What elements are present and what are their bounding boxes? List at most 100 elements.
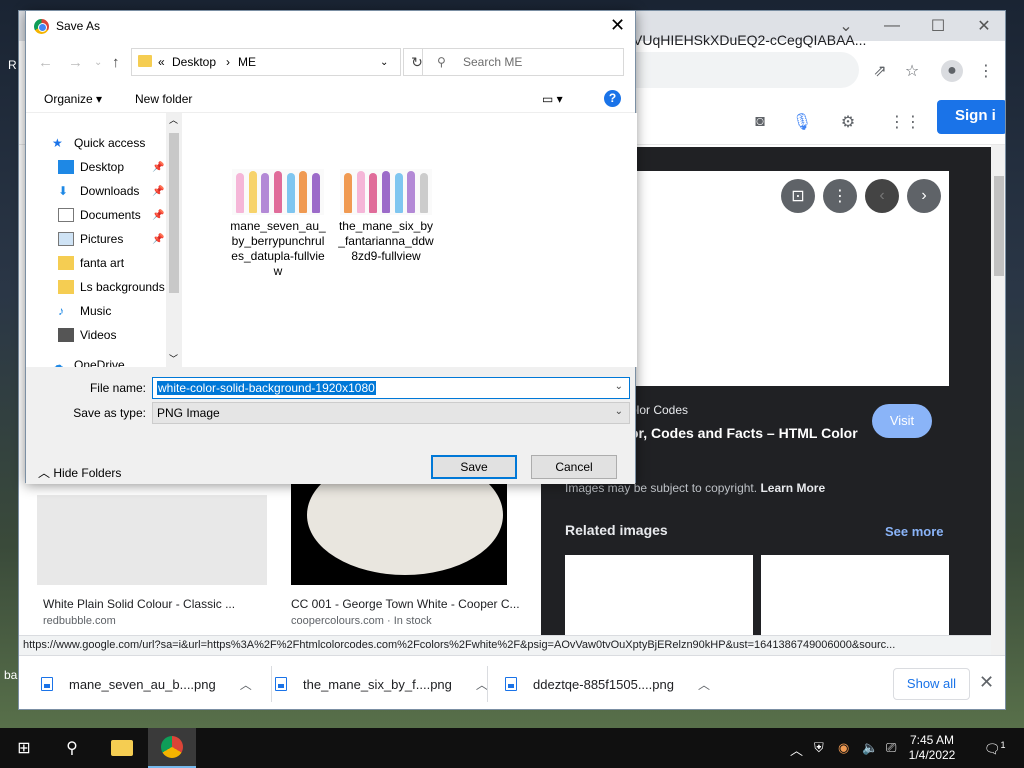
- chevron-up-icon[interactable]: ︿: [240, 676, 252, 693]
- chevron-down-icon[interactable]: ⌄: [615, 381, 623, 392]
- result-title[interactable]: CC 001 - George Town White - Cooper C...: [291, 597, 520, 611]
- share-icon[interactable]: ⇗: [869, 60, 891, 82]
- download-item[interactable]: ddeztqe-885f1505....png ︿: [505, 670, 710, 698]
- chrome-logo-icon: [34, 19, 49, 34]
- hide-folders-button[interactable]: ︿ Hide Folders: [38, 464, 121, 481]
- maximize-button[interactable]: ☐: [915, 11, 961, 41]
- sign-in-button[interactable]: Sign i: [937, 100, 1005, 134]
- breadcrumb-separator[interactable]: ›: [226, 55, 230, 69]
- chevron-up-icon: ︿: [38, 466, 51, 480]
- network-icon[interactable]: ⎚: [886, 740, 896, 756]
- dialog-titlebar: Save As ✕: [26, 11, 635, 41]
- visit-button[interactable]: Visit: [872, 404, 932, 438]
- apps-grid-icon[interactable]: ⋮⋮: [889, 111, 921, 133]
- nav-item-videos[interactable]: Videos: [58, 323, 116, 347]
- breadcrumb-desktop[interactable]: Desktop: [172, 55, 216, 69]
- security-shield-icon[interactable]: ⛨: [814, 740, 824, 756]
- file-item[interactable]: mane_seven_au_by_berrypunchrules_datupla…: [230, 169, 326, 279]
- cancel-button[interactable]: Cancel: [531, 455, 617, 479]
- result-title[interactable]: White Plain Solid Colour - Classic ...: [43, 597, 235, 611]
- breadcrumb-me[interactable]: ME: [238, 55, 256, 69]
- close-shelf-icon[interactable]: ✕: [979, 672, 994, 693]
- nav-scrollbar-thumb[interactable]: [169, 133, 179, 293]
- file-explorer-icon[interactable]: [98, 728, 146, 768]
- notification-center-icon[interactable]: 🗨1: [984, 740, 1006, 757]
- speaker-muted-icon[interactable]: 🔈: [862, 740, 878, 756]
- chevron-down-icon[interactable]: ⌄: [380, 57, 388, 68]
- next-arrow-icon[interactable]: ›: [907, 179, 941, 213]
- see-more-link[interactable]: See more: [885, 524, 944, 539]
- recent-locations-icon[interactable]: ⌄: [94, 57, 102, 68]
- page-scrollbar-thumb[interactable]: [994, 176, 1004, 276]
- show-all-button[interactable]: Show all: [893, 668, 970, 700]
- address-bar[interactable]: [619, 52, 859, 88]
- back-arrow-icon[interactable]: ←: [38, 54, 53, 71]
- help-icon[interactable]: ?: [604, 90, 621, 107]
- chevron-down-icon[interactable]: ⌄: [615, 406, 623, 417]
- lens-search-icon[interactable]: ⊡: [781, 179, 815, 213]
- nav-item-ls-backgrounds[interactable]: Ls backgrounds: [58, 275, 165, 299]
- nav-item-quick-access[interactable]: ★ Quick access: [52, 131, 145, 155]
- scroll-down-icon[interactable]: ﹀: [169, 352, 178, 365]
- microphone-icon[interactable]: 🎙: [791, 111, 813, 133]
- nav-item-label: Documents: [80, 208, 141, 222]
- more-options-icon[interactable]: ⋮: [823, 179, 857, 213]
- close-window-button[interactable]: ✕: [961, 11, 1005, 41]
- forward-arrow-icon[interactable]: →: [68, 54, 83, 71]
- download-shelf: mane_seven_au_b....png ︿ the_mane_six_by…: [19, 655, 1005, 709]
- result-image[interactable]: [291, 455, 507, 585]
- address-breadcrumb[interactable]: « Desktop › ME ⌄: [131, 48, 401, 76]
- dialog-close-icon[interactable]: ✕: [610, 15, 625, 36]
- pin-icon: 📌: [152, 233, 165, 245]
- settings-gear-icon[interactable]: ⚙: [837, 111, 859, 133]
- file-thumbnail: [232, 169, 324, 215]
- chrome-taskbar-icon[interactable]: [148, 728, 196, 768]
- chevron-up-icon[interactable]: ︿: [698, 676, 710, 693]
- nav-item-fanta-art[interactable]: fanta art: [58, 251, 124, 275]
- related-image[interactable]: [761, 555, 949, 645]
- up-arrow-icon[interactable]: ↑: [112, 54, 120, 71]
- learn-more-link[interactable]: Learn More: [760, 481, 825, 495]
- camera-icon[interactable]: ◙: [749, 111, 771, 133]
- result-image[interactable]: [37, 495, 267, 585]
- profile-avatar-icon[interactable]: ●: [941, 60, 963, 82]
- start-windows-icon[interactable]: ⊞: [0, 728, 48, 768]
- new-folder-button[interactable]: New folder: [135, 92, 192, 106]
- nav-item-onedrive[interactable]: ☁ OneDrive: [52, 353, 125, 367]
- nav-item-desktop[interactable]: Desktop 📌: [58, 155, 164, 179]
- breadcrumb-overflow[interactable]: «: [158, 55, 165, 69]
- nav-item-pictures[interactable]: Pictures 📌: [58, 227, 164, 251]
- file-item[interactable]: the_mane_six_by_fantarianna_ddw8zd9-full…: [338, 169, 434, 264]
- save-type-select[interactable]: PNG Image ⌄: [152, 402, 630, 424]
- download-item[interactable]: mane_seven_au_b....png ︿: [41, 670, 252, 698]
- file-name-input[interactable]: white-color-solid-background-1920x1080 ⌄: [152, 377, 630, 399]
- search-icon[interactable]: ⚲: [48, 728, 96, 768]
- download-filename: the_mane_six_by_f....png: [303, 676, 452, 692]
- horizontal-scrollbar[interactable]: [991, 635, 1005, 655]
- nav-item-music[interactable]: ♪ Music: [58, 299, 111, 323]
- navigation-pane: ★ Quick access Desktop 📌 ⬇ Downloads 📌 Docum…: [26, 113, 182, 367]
- search-input[interactable]: ⚲ Search ME: [422, 48, 624, 76]
- hide-folders-label: Hide Folders: [53, 466, 122, 480]
- nav-item-downloads[interactable]: ⬇ Downloads 📌: [58, 179, 164, 203]
- organize-button[interactable]: Organize ▾: [44, 92, 102, 106]
- bookmark-star-icon[interactable]: ☆: [901, 60, 923, 82]
- nav-item-label: OneDrive: [74, 358, 125, 367]
- show-hidden-icons-icon[interactable]: ︿: [790, 740, 803, 759]
- scroll-up-icon[interactable]: ︿: [169, 113, 178, 126]
- save-button[interactable]: Save: [431, 455, 517, 479]
- download-item[interactable]: the_mane_six_by_f....png ︿: [275, 670, 488, 698]
- related-image[interactable]: [565, 555, 753, 645]
- view-options-icon[interactable]: ▭ ▾: [542, 92, 563, 106]
- preview-title[interactable]: or, Codes and Facts – HTML Color: [630, 425, 858, 441]
- nav-item-documents[interactable]: Documents 📌: [58, 203, 164, 227]
- nav-item-label: Videos: [80, 328, 117, 342]
- save-as-dialog: Save As ✕ ← → ⌄ ↑ « Desktop › ME ⌄ ↻ ⚲ S…: [25, 10, 637, 484]
- windows-taskbar: ⊞ ⚲ ︿ ⛨ ◉ 🔈 ⎚ 7:45 AM 1/4/2022 🗨1: [0, 728, 1024, 768]
- previous-arrow-icon[interactable]: ‹: [865, 179, 899, 213]
- chrome-menu-icon[interactable]: ⋮: [975, 60, 997, 82]
- music-note-icon: ♪: [58, 304, 64, 318]
- taskbar-clock[interactable]: 7:45 AM 1/4/2022: [906, 733, 958, 763]
- minimize-button[interactable]: —: [869, 11, 915, 41]
- app-tray-icon[interactable]: ◉: [838, 740, 849, 756]
